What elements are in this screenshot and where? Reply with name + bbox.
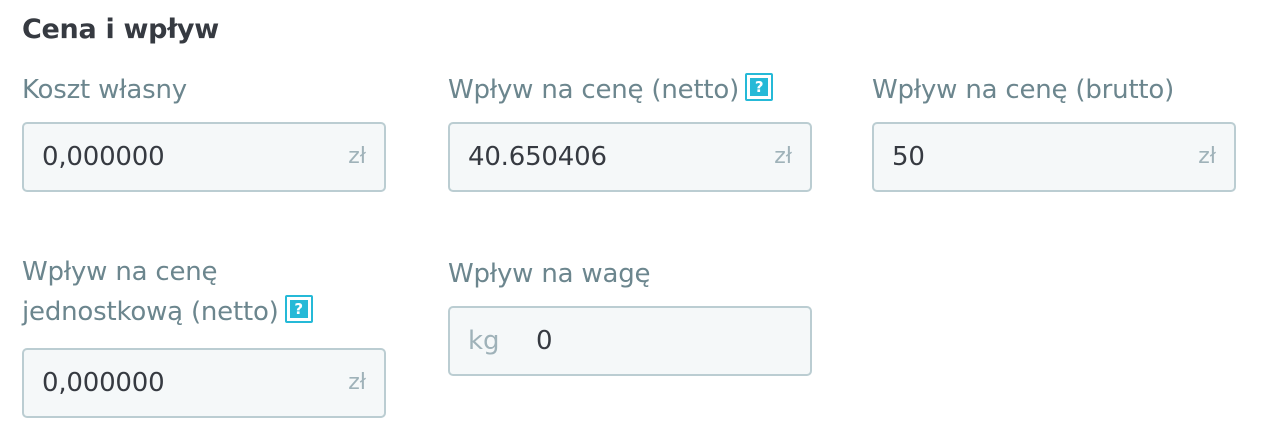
help-icon[interactable]: ? bbox=[284, 295, 313, 323]
impact-net-label-row: Wpływ na cenę (netto)? bbox=[448, 70, 774, 110]
unit-impact-net-label-row: jednostkową (netto)? bbox=[22, 292, 313, 332]
currency-unit: zł bbox=[348, 370, 366, 395]
cost-price-value: 0,000000 bbox=[42, 142, 165, 172]
impact-gross-value: 50 bbox=[892, 142, 925, 172]
help-icon[interactable]: ? bbox=[745, 73, 774, 101]
cost-price-label: Koszt własny bbox=[22, 75, 187, 105]
impact-net-input[interactable]: 40.650406 zł bbox=[448, 122, 812, 192]
impact-gross-input[interactable]: 50 zł bbox=[872, 122, 1236, 192]
weight-unit: kg bbox=[468, 326, 500, 356]
currency-unit: zł bbox=[1198, 144, 1216, 169]
impact-gross-label: Wpływ na cenę (brutto) bbox=[872, 75, 1175, 105]
currency-unit: zł bbox=[774, 144, 792, 169]
weight-impact-label: Wpływ na wagę bbox=[448, 259, 651, 289]
currency-unit: zł bbox=[348, 144, 366, 169]
unit-impact-net-value: 0,000000 bbox=[42, 368, 165, 398]
unit-impact-net-label-line1: Wpływ na cenę bbox=[22, 257, 218, 287]
unit-impact-net-input[interactable]: 0,000000 zł bbox=[22, 348, 386, 418]
weight-impact-field: Wpływ na wagę bbox=[448, 254, 650, 294]
weight-impact-value: 0 bbox=[536, 326, 553, 356]
impact-net-label: Wpływ na cenę (netto) bbox=[448, 75, 740, 105]
cost-price-field: Koszt własny bbox=[22, 70, 187, 110]
impact-net-value: 40.650406 bbox=[468, 142, 607, 172]
weight-impact-input[interactable]: kg 0 bbox=[448, 306, 812, 376]
impact-net-field: Wpływ na cenę (netto)? bbox=[448, 70, 774, 110]
unit-impact-net-field: Wpływ na cenę jednostkową (netto)? bbox=[22, 252, 313, 332]
unit-impact-net-label-line2: jednostkową (netto) bbox=[22, 297, 279, 327]
impact-gross-field: Wpływ na cenę (brutto) bbox=[872, 70, 1174, 110]
cost-price-input[interactable]: 0,000000 zł bbox=[22, 122, 386, 192]
section-title: Cena i wpływ bbox=[22, 14, 219, 45]
